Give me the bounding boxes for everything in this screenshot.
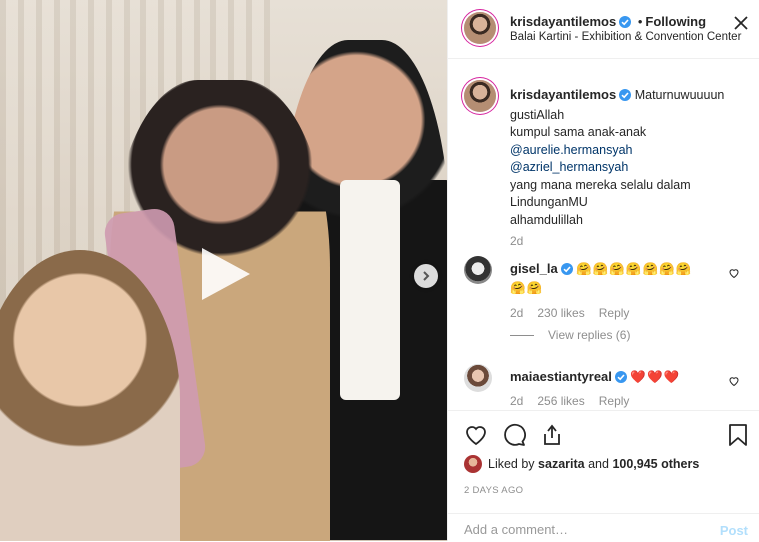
comment-body: 🤗🤗🤗🤗🤗🤗🤗 bbox=[576, 262, 693, 276]
verified-icon bbox=[560, 263, 573, 280]
caption-line: kumpul sama anak-anak bbox=[510, 125, 647, 139]
avatar[interactable] bbox=[464, 80, 496, 112]
caption-line: yang mana mereka selalu dalam bbox=[510, 177, 691, 192]
post-date[interactable]: 2 DAYS AGO bbox=[464, 485, 523, 496]
liked-by-and: and bbox=[588, 457, 609, 471]
post-caption: krisdayantilemos Maturnuwuuuun gustiAlla… bbox=[510, 86, 746, 229]
more-options-icon[interactable] bbox=[734, 16, 748, 35]
next-media-button[interactable] bbox=[414, 264, 438, 288]
caption-username[interactable]: krisdayantilemos bbox=[510, 87, 616, 102]
comment-text: maiaestiantyreal ❤️❤️❤️ bbox=[510, 368, 720, 388]
view-replies-label: View replies (6) bbox=[548, 328, 631, 342]
header-username[interactable]: krisdayantilemos bbox=[510, 14, 616, 29]
comment-body: ❤️❤️❤️ bbox=[630, 370, 681, 384]
verified-icon bbox=[619, 89, 632, 107]
likes-summary: Liked by sazarita and 100,945 others bbox=[464, 455, 699, 473]
comment-text: gisel_la 🤗🤗🤗🤗🤗🤗🤗 🤗🤗 bbox=[510, 260, 720, 297]
caption-line: Maturnuwuuuun bbox=[634, 88, 725, 102]
photo-shirt bbox=[340, 180, 400, 400]
liked-by-user[interactable]: sazarita bbox=[538, 457, 585, 471]
view-replies-button[interactable]: View replies (6) bbox=[510, 328, 630, 342]
comment-timestamp[interactable]: 2d bbox=[510, 394, 523, 408]
comment-icon[interactable] bbox=[502, 423, 526, 452]
comment-input[interactable] bbox=[464, 522, 704, 537]
caption-line: LindunganMU bbox=[510, 195, 588, 209]
likes-count[interactable]: 100,945 others bbox=[612, 457, 699, 471]
reply-button[interactable]: Reply bbox=[599, 306, 630, 320]
avatar[interactable] bbox=[464, 12, 496, 44]
comment-likes[interactable]: 230 likes bbox=[537, 306, 584, 320]
comments-list[interactable]: krisdayantilemos Maturnuwuuuun gustiAlla… bbox=[448, 72, 759, 408]
bookmark-icon[interactable] bbox=[728, 423, 748, 452]
divider bbox=[510, 335, 534, 337]
caption-line: alhamdulillah bbox=[510, 212, 583, 227]
avatar[interactable] bbox=[464, 455, 482, 473]
comment-likes[interactable]: 256 likes bbox=[537, 394, 584, 408]
comment-like-icon[interactable] bbox=[728, 374, 740, 392]
mention-link[interactable]: @aurelie.hermansyah bbox=[510, 142, 746, 160]
separator-dot: • bbox=[637, 14, 643, 29]
verified-icon bbox=[619, 16, 632, 31]
reply-button[interactable]: Reply bbox=[599, 394, 630, 408]
mention-link[interactable]: @azriel_hermansyah bbox=[510, 159, 746, 177]
add-comment-bar: Post bbox=[448, 513, 759, 542]
caption-line: gustiAllah bbox=[510, 107, 565, 122]
comment-meta: 2d 230 likes Reply bbox=[510, 306, 643, 320]
comment-body: 🤗🤗 bbox=[510, 281, 544, 295]
share-icon[interactable] bbox=[540, 423, 564, 452]
like-icon[interactable] bbox=[464, 423, 488, 452]
comment-like-icon[interactable] bbox=[728, 266, 740, 284]
comment-timestamp[interactable]: 2d bbox=[510, 306, 523, 320]
liked-by-label: Liked by bbox=[488, 457, 535, 471]
post-header: krisdayantilemos • Following Balai Kartin… bbox=[448, 0, 759, 59]
location-link[interactable]: Balai Kartini - Exhibition & Convention … bbox=[510, 31, 741, 43]
caption-timestamp[interactable]: 2d bbox=[510, 234, 523, 248]
avatar[interactable] bbox=[464, 364, 492, 392]
play-icon[interactable] bbox=[194, 244, 254, 304]
comment-username[interactable]: gisel_la bbox=[510, 261, 558, 276]
comment-username[interactable]: maiaestiantyreal bbox=[510, 369, 612, 384]
following-button[interactable]: Following bbox=[645, 14, 706, 29]
chevron-right-icon bbox=[423, 271, 430, 281]
comment-meta: 2d 256 likes Reply bbox=[510, 394, 643, 408]
avatar[interactable] bbox=[464, 256, 492, 284]
post-video[interactable] bbox=[0, 0, 447, 541]
header-user-line: krisdayantilemos • Following bbox=[510, 14, 706, 31]
post-button[interactable]: Post bbox=[720, 523, 748, 538]
action-bar bbox=[448, 410, 759, 459]
verified-icon bbox=[614, 371, 627, 388]
post-side-panel: krisdayantilemos • Following Balai Kartin… bbox=[447, 0, 759, 541]
